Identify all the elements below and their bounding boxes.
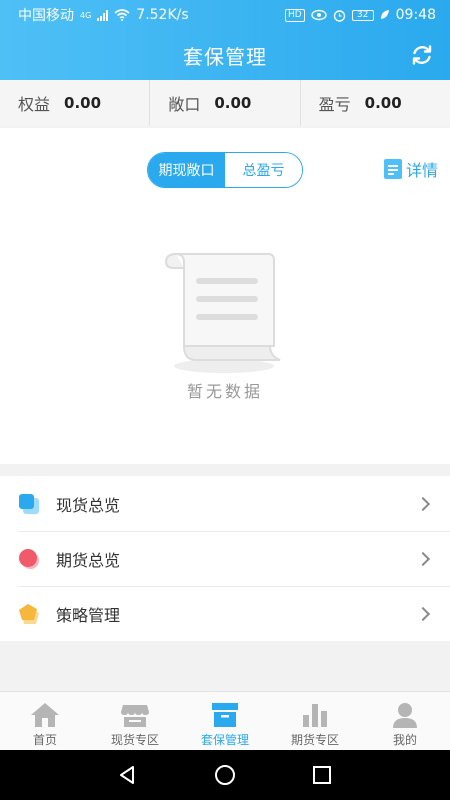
tab-hedge-management[interactable]: 套保管理 bbox=[180, 692, 270, 750]
status-bar: 中国移动 4G 7.52K/s HD 32 09:48 bbox=[0, 0, 450, 30]
tab-label: 套保管理 bbox=[200, 733, 249, 747]
tab-home[interactable]: 首页 bbox=[0, 692, 90, 750]
summary-bar: 权益 0.00 敞口 0.00 盈亏 0.00 bbox=[0, 80, 450, 126]
network-badge: 4G bbox=[80, 10, 92, 20]
network-speed: 7.52K/s bbox=[136, 7, 189, 23]
home-circle-icon bbox=[214, 765, 235, 785]
leaf-icon bbox=[380, 10, 389, 19]
wifi-icon bbox=[114, 9, 130, 21]
summary-value: 0.00 bbox=[214, 94, 252, 112]
menu-label: 现货总览 bbox=[56, 495, 121, 515]
summary-label: 权益 bbox=[18, 95, 51, 114]
box-icon bbox=[212, 703, 238, 727]
summary-label: 敞口 bbox=[168, 95, 201, 114]
back-triangle-icon bbox=[120, 766, 135, 784]
menu-list: 现货总览 期货总览 策略管理 bbox=[0, 476, 450, 641]
menu-label: 期货总览 bbox=[56, 550, 121, 570]
user-icon bbox=[393, 703, 417, 728]
tab-spot-zone[interactable]: 现货专区 bbox=[90, 692, 180, 750]
summary-value: 0.00 bbox=[364, 94, 402, 112]
alarm-icon bbox=[333, 9, 345, 22]
empty-state-text: 暂无数据 bbox=[186, 382, 263, 401]
tab-label: 首页 bbox=[32, 733, 57, 747]
menu-item-spot-overview[interactable]: 现货总览 bbox=[0, 476, 450, 531]
tab-label: 我的 bbox=[392, 733, 417, 747]
chevron-right-icon bbox=[415, 496, 431, 511]
chevron-right-icon bbox=[415, 551, 431, 566]
home-button[interactable] bbox=[205, 755, 245, 795]
tab-futures-zone[interactable]: 期货专区 bbox=[270, 692, 360, 750]
tab-label: 现货专区 bbox=[110, 733, 159, 747]
recents-button[interactable] bbox=[302, 755, 342, 795]
summary-label: 盈亏 bbox=[318, 95, 351, 114]
menu-item-strategy[interactable]: 策略管理 bbox=[0, 586, 450, 641]
menu-label: 策略管理 bbox=[56, 605, 121, 625]
tab-mine[interactable]: 我的 bbox=[360, 692, 450, 750]
toggle-exposure[interactable]: 期现敞口 bbox=[148, 153, 225, 187]
page-title: 套保管理 bbox=[183, 44, 267, 69]
view-toggle: 期现敞口 总盈亏 bbox=[147, 152, 303, 188]
spot-overview-icon bbox=[19, 493, 39, 514]
battery-icon: 32 bbox=[351, 9, 374, 21]
title-bar: 套保管理 bbox=[0, 30, 450, 80]
store-icon bbox=[121, 705, 149, 727]
strategy-icon bbox=[19, 603, 39, 624]
bottom-tab-bar: 首页 现货专区 套保管理 期货专区 我的 bbox=[0, 691, 450, 750]
refresh-icon[interactable] bbox=[410, 43, 434, 67]
summary-equity: 权益 0.00 bbox=[0, 80, 151, 126]
app-header: 中国移动 4G 7.52K/s HD 32 09:48 套保管理 bbox=[0, 0, 450, 80]
carrier-text: 中国移动 bbox=[18, 8, 74, 24]
chevron-right-icon bbox=[415, 606, 431, 621]
recents-square-icon bbox=[312, 766, 331, 784]
chart-panel: 期现敞口 总盈亏 详情 暂无数据 bbox=[0, 128, 450, 464]
clock-time: 09:48 bbox=[395, 7, 436, 23]
detail-link[interactable]: 详情 bbox=[383, 157, 438, 181]
summary-pnl: 盈亏 0.00 bbox=[301, 80, 450, 126]
detail-label: 详情 bbox=[405, 161, 438, 180]
menu-item-futures-overview[interactable]: 期货总览 bbox=[0, 531, 450, 586]
toggle-total-pnl[interactable]: 总盈亏 bbox=[225, 153, 302, 187]
eye-icon bbox=[310, 9, 327, 21]
tab-label: 期货专区 bbox=[290, 733, 339, 747]
summary-exposure: 敞口 0.00 bbox=[150, 80, 301, 126]
empty-scroll-icon bbox=[164, 253, 281, 373]
system-nav-bar bbox=[0, 750, 450, 800]
futures-overview-icon bbox=[19, 548, 39, 569]
back-button[interactable] bbox=[108, 755, 148, 795]
hd-badge: HD bbox=[284, 8, 305, 22]
home-icon bbox=[31, 703, 59, 727]
signal-icon bbox=[97, 9, 109, 21]
document-icon bbox=[383, 159, 402, 179]
summary-value: 0.00 bbox=[64, 94, 102, 112]
bar-chart-icon bbox=[303, 704, 327, 727]
